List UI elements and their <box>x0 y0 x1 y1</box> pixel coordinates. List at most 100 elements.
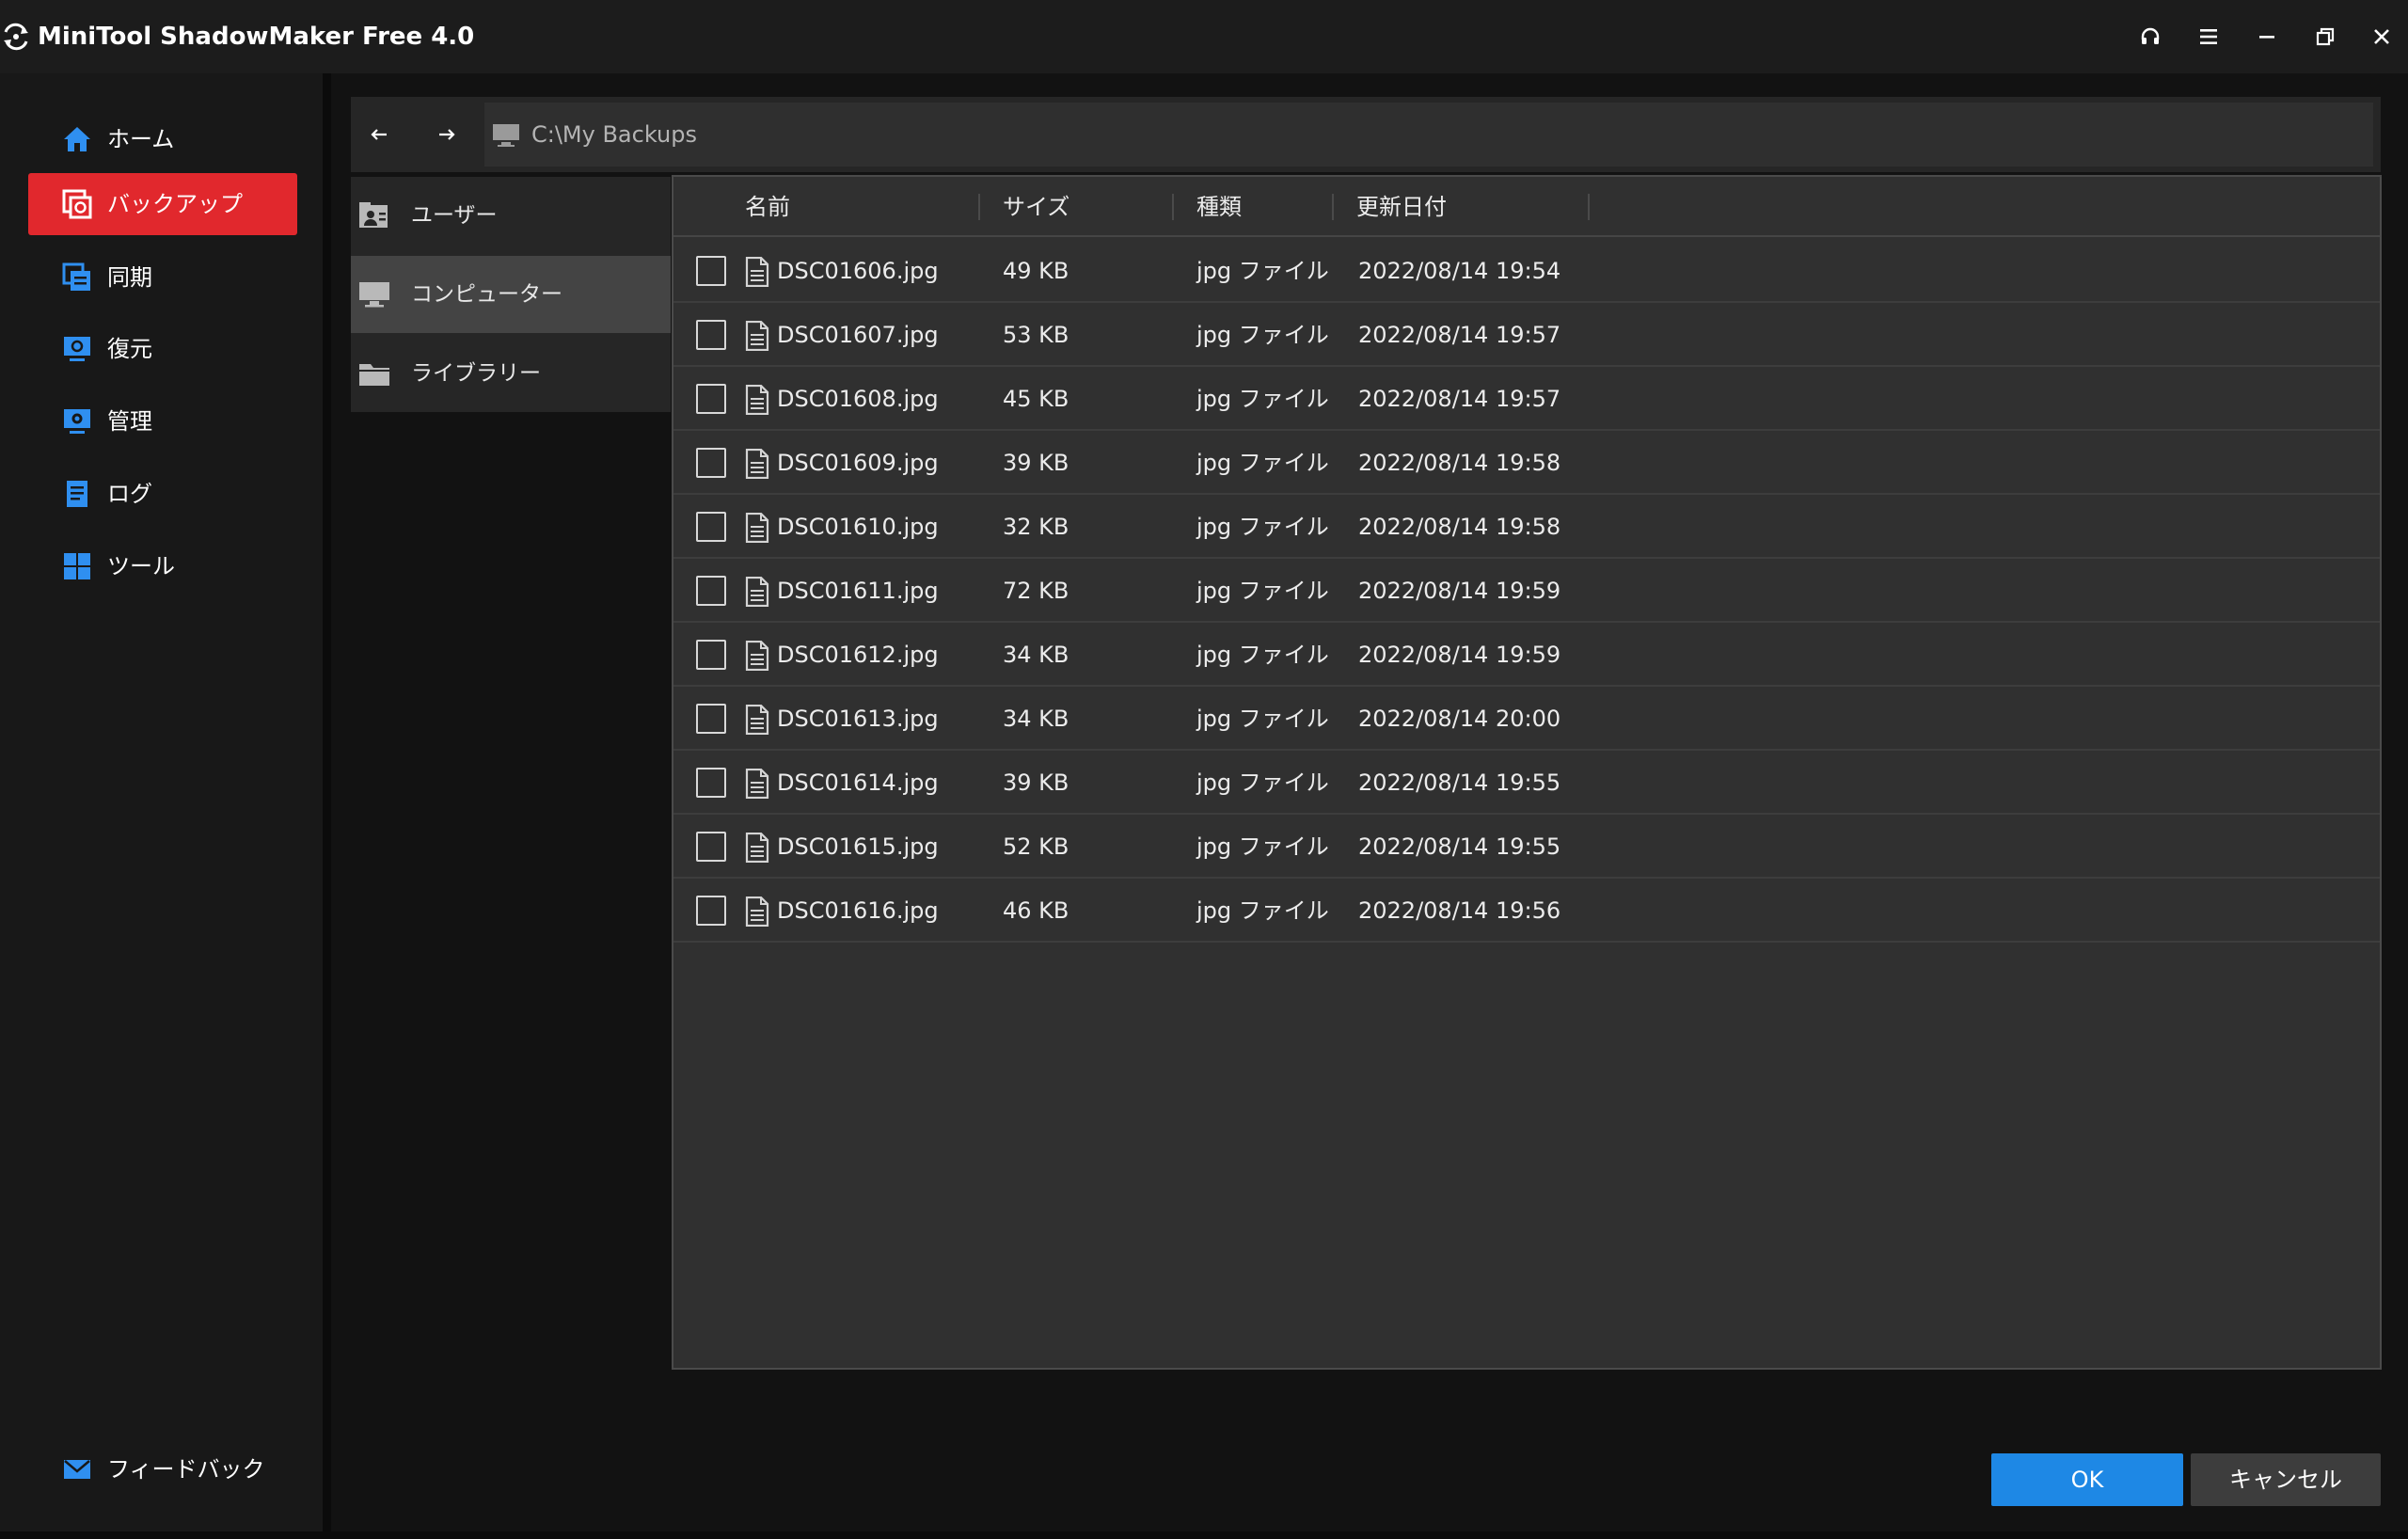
table-row[interactable]: DSC01614.jpg 39 KB jpg ファイル 2022/08/14 19:5… <box>673 751 2380 815</box>
file-type: jpg ファイル <box>1196 706 1329 732</box>
close-button[interactable] <box>2363 18 2400 56</box>
table-row[interactable]: DSC01610.jpg 32 KB jpg ファイル 2022/08/14 19:5… <box>673 495 2380 559</box>
table-row[interactable]: DSC01606.jpg 49 KB jpg ファイル 2022/08/14 19:5… <box>673 239 2380 303</box>
file-date: 2022/08/14 19:58 <box>1358 450 1561 476</box>
path-field[interactable]: C:\My Backups <box>484 103 2373 167</box>
restore-icon <box>2316 27 2335 46</box>
file-size: 72 KB <box>1003 578 1069 604</box>
file-name: DSC01614.jpg <box>777 770 939 796</box>
file-icon <box>745 577 769 607</box>
file-type: jpg ファイル <box>1196 578 1329 604</box>
sidebar-item-home[interactable]: ホーム <box>28 108 297 170</box>
sidebar-item-label: ログ <box>107 481 152 507</box>
location-label: ライブラリー <box>411 361 541 386</box>
table-row[interactable]: DSC01616.jpg 46 KB jpg ファイル 2022/08/14 19:5… <box>673 879 2380 943</box>
file-size: 39 KB <box>1003 450 1069 476</box>
row-checkbox[interactable] <box>696 320 726 350</box>
file-size: 49 KB <box>1003 258 1069 284</box>
app-title: MiniTool ShadowMaker Free 4.0 <box>38 23 475 51</box>
forward-button[interactable] <box>419 97 475 172</box>
file-type: jpg ファイル <box>1196 770 1329 796</box>
column-divider[interactable] <box>1588 194 1590 220</box>
table-row[interactable]: DSC01613.jpg 34 KB jpg ファイル 2022/08/14 20:0… <box>673 687 2380 751</box>
file-icon <box>745 705 769 735</box>
file-icon <box>745 896 769 927</box>
file-type: jpg ファイル <box>1196 322 1329 348</box>
table-row[interactable]: DSC01611.jpg 72 KB jpg ファイル 2022/08/14 19:5… <box>673 559 2380 623</box>
file-name: DSC01616.jpg <box>777 897 939 924</box>
location-item-computer[interactable]: コンピューター <box>351 256 671 333</box>
file-icon <box>745 321 769 351</box>
table-row[interactable]: DSC01609.jpg 39 KB jpg ファイル 2022/08/14 19:5… <box>673 431 2380 495</box>
file-size: 46 KB <box>1003 897 1069 924</box>
file-size: 32 KB <box>1003 514 1069 540</box>
back-button[interactable] <box>351 97 407 172</box>
row-checkbox[interactable] <box>696 704 726 734</box>
sidebar: ホーム バックアップ 同期 復元 管理 ログ ツール フィードバック <box>0 73 323 1531</box>
ok-button[interactable]: OK <box>1991 1453 2183 1506</box>
row-checkbox[interactable] <box>696 448 726 478</box>
location-label: コンピューター <box>411 282 562 307</box>
column-divider[interactable] <box>1172 194 1174 220</box>
support-button[interactable] <box>2131 18 2169 56</box>
column-header-type[interactable]: 種類 <box>1196 177 1242 237</box>
path-text: C:\My Backups <box>531 121 697 148</box>
row-checkbox[interactable] <box>696 640 726 670</box>
close-icon <box>2374 29 2389 44</box>
app-logo-icon <box>4 23 28 51</box>
sidebar-item-manage[interactable]: 管理 <box>28 390 297 452</box>
log-icon <box>67 481 87 507</box>
minimize-button[interactable] <box>2248 18 2286 56</box>
feedback-label: フィードバック <box>107 1456 265 1483</box>
arrow-right-icon <box>439 129 455 140</box>
sidebar-item-restore[interactable]: 復元 <box>28 318 297 380</box>
table-row[interactable]: DSC01607.jpg 53 KB jpg ファイル 2022/08/14 19:5… <box>673 303 2380 367</box>
row-checkbox[interactable] <box>696 576 726 606</box>
file-size: 52 KB <box>1003 833 1069 860</box>
row-checkbox[interactable] <box>696 768 726 798</box>
column-header-date[interactable]: 更新日付 <box>1356 177 1447 237</box>
file-size: 53 KB <box>1003 322 1069 348</box>
column-divider[interactable] <box>978 194 980 220</box>
backup-icon <box>62 189 92 219</box>
sidebar-item-sync[interactable]: 同期 <box>28 246 297 309</box>
file-size: 34 KB <box>1003 642 1069 668</box>
sidebar-item-label: バックアップ <box>107 191 243 217</box>
sidebar-item-label: 復元 <box>107 336 152 362</box>
restore-button[interactable] <box>2306 18 2344 56</box>
file-size: 45 KB <box>1003 386 1069 412</box>
file-date: 2022/08/14 19:57 <box>1358 386 1561 412</box>
row-checkbox[interactable] <box>696 384 726 414</box>
sidebar-item-backup[interactable]: バックアップ <box>28 173 297 235</box>
table-row[interactable]: DSC01612.jpg 34 KB jpg ファイル 2022/08/14 19:5… <box>673 623 2380 687</box>
row-checkbox[interactable] <box>696 896 726 926</box>
manage-icon <box>64 409 90 434</box>
sidebar-item-label: ホーム <box>107 126 175 152</box>
headset-icon <box>2141 27 2160 44</box>
location-item-user[interactable]: ユーザー <box>351 177 671 254</box>
sidebar-item-tools[interactable]: ツール <box>28 535 297 597</box>
file-type: jpg ファイル <box>1196 386 1329 412</box>
folder-icon <box>359 364 389 386</box>
feedback-link[interactable]: フィードバック <box>28 1438 297 1500</box>
row-checkbox[interactable] <box>696 512 726 542</box>
location-panel: ユーザー コンピューター ライブラリー <box>351 177 671 412</box>
sidebar-item-log[interactable]: ログ <box>28 463 297 525</box>
file-name: DSC01615.jpg <box>777 833 939 860</box>
column-divider[interactable] <box>1332 194 1334 220</box>
row-checkbox[interactable] <box>696 832 726 862</box>
table-row[interactable]: DSC01608.jpg 45 KB jpg ファイル 2022/08/14 19:5… <box>673 367 2380 431</box>
column-header-name[interactable]: 名前 <box>745 177 790 237</box>
file-date: 2022/08/14 19:55 <box>1358 833 1561 860</box>
row-checkbox[interactable] <box>696 256 726 286</box>
menu-button[interactable] <box>2190 18 2227 56</box>
column-header-size[interactable]: サイズ <box>1003 177 1069 237</box>
file-type: jpg ファイル <box>1196 897 1329 924</box>
sidebar-item-label: 同期 <box>107 264 152 291</box>
cancel-button[interactable]: キャンセル <box>2191 1453 2381 1506</box>
user-icon <box>359 202 388 228</box>
file-icon <box>745 385 769 415</box>
location-item-library[interactable]: ライブラリー <box>351 335 671 412</box>
table-row[interactable]: DSC01615.jpg 52 KB jpg ファイル 2022/08/14 19:5… <box>673 815 2380 879</box>
menu-icon <box>2200 29 2217 44</box>
